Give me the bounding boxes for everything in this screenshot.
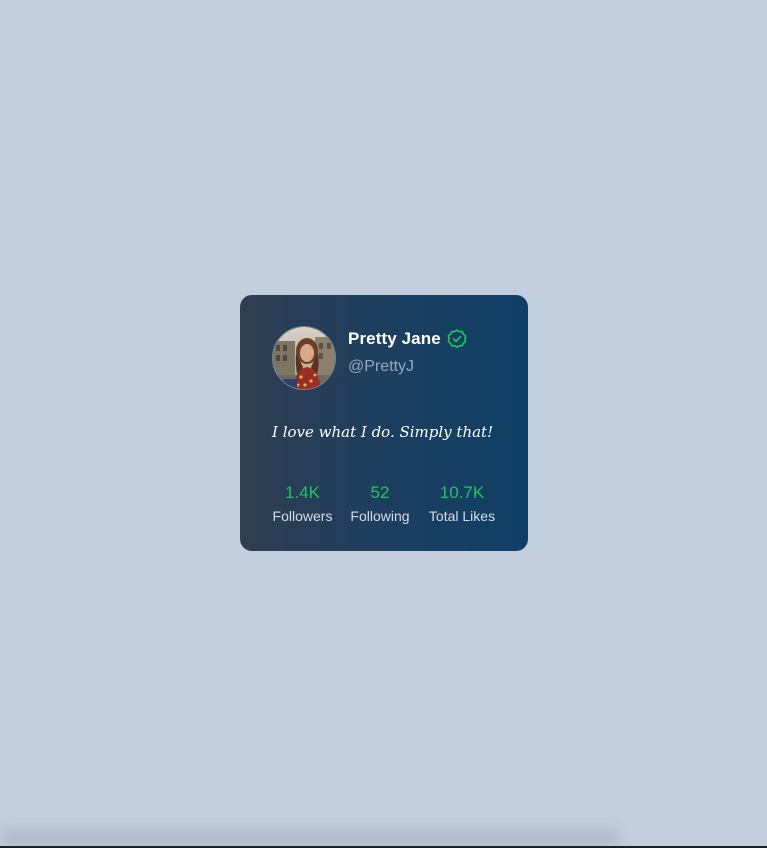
profile-handle: @PrettyJ [348, 358, 415, 375]
profile-bio: I love what I do. Simply that! [272, 423, 494, 441]
profile-card: Pretty Jane @PrettyJ I love what I do. S… [240, 295, 528, 551]
stat-label: Followers [272, 508, 333, 524]
avatar[interactable] [272, 326, 336, 390]
stat-value: 10.7K [439, 483, 485, 502]
stat-label: Total Likes [428, 508, 496, 524]
stat-label: Following [350, 508, 410, 524]
stat-total-likes[interactable]: 10.7K Total Likes [422, 482, 502, 526]
bottom-shadow [0, 820, 620, 846]
verified-badge-icon [447, 329, 467, 349]
stat-value: 52 [370, 483, 390, 502]
profile-name: Pretty Jane [348, 329, 441, 348]
avatar-photo [273, 327, 335, 389]
name-row: Pretty Jane [348, 329, 467, 349]
stat-followers[interactable]: 1.4K Followers [264, 482, 341, 526]
stat-following[interactable]: 52 Following [344, 482, 416, 526]
stat-value: 1.4K [285, 483, 320, 502]
